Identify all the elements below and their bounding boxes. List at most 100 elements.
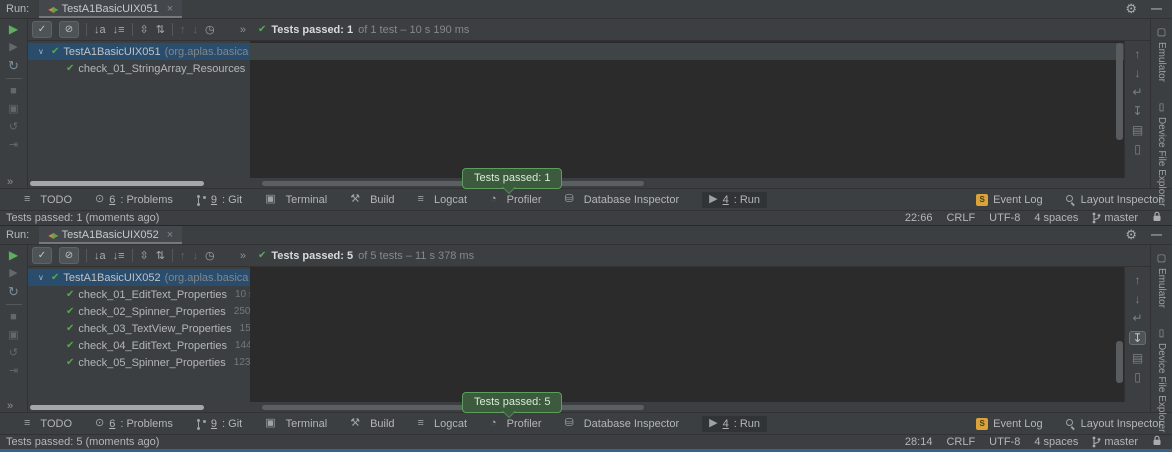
test-tree-row[interactable]: ∨ ✔ TestA1BasicUIX051 (org.aplas.basica … [28, 43, 250, 60]
down-arrow-icon[interactable]: ↓ [1135, 293, 1141, 305]
toolbar-overflow-chevron[interactable]: » [240, 250, 246, 262]
console-hscrollbar[interactable] [262, 181, 644, 186]
clear-console-button[interactable]: ▯ [1134, 143, 1141, 155]
close-icon[interactable]: × [167, 3, 173, 15]
toolwindow-button[interactable]: ⛁ Database Inspector [565, 194, 680, 206]
toolwindow-button[interactable]: ⊙ 6 : Problems [95, 418, 173, 430]
console-output[interactable] [250, 41, 1124, 178]
lock-icon[interactable] [1152, 435, 1162, 449]
console-vertical-scrollbar[interactable] [1116, 341, 1123, 383]
test-tree-row[interactable]: ✔ check_03_TextView_Properties 150 ms [28, 320, 250, 337]
indent-setting[interactable]: 4 spaces [1034, 212, 1078, 224]
toolwindow-button[interactable]: ≡ TODO [24, 418, 72, 430]
collapse-all-button[interactable]: ⇅ [156, 249, 165, 262]
rerun-button[interactable]: ▶ [9, 250, 18, 261]
sort-alphabetically-button[interactable]: ↓a [94, 24, 106, 36]
rerun-button[interactable]: ▶ [9, 24, 18, 35]
next-failed-test-button[interactable]: ↓ [192, 250, 198, 262]
run-tab[interactable]: ◀▶ TestA1BasicUIX052 × [39, 226, 182, 244]
sort-alphabetically-button[interactable]: ↓a [94, 250, 106, 262]
git-branch[interactable]: master [1092, 212, 1138, 224]
tool-window-stripe-button[interactable]: ▯ Device File Explorer [1156, 102, 1167, 206]
test-tree-row[interactable]: ✔ check_05_Spinner_Properties 123 ms [28, 354, 250, 371]
toolwindow-button[interactable]: ⚒ Build [350, 418, 394, 430]
screenshot-button[interactable]: ▣ [8, 330, 18, 341]
test-tree-row[interactable]: ∨ ✔ TestA1BasicUIX052 (org.aplas.basica … [28, 269, 250, 286]
more-options-chevron[interactable]: » [7, 177, 13, 188]
line-endings[interactable]: CRLF [946, 436, 975, 448]
tool-window-stripe-button[interactable]: ▢ Emulator [1156, 27, 1167, 82]
event-log-button[interactable]: S Event Log [976, 418, 1043, 430]
console-vertical-scrollbar[interactable] [1116, 43, 1123, 140]
test-history-button[interactable]: ◷ [205, 23, 215, 36]
screenshot-button[interactable]: ▣ [8, 104, 18, 115]
show-ignored-toggle[interactable]: ⊘ [59, 247, 79, 264]
show-passed-toggle[interactable]: ✓ [32, 247, 52, 264]
toolwindow-button[interactable]: ⚒ Build [350, 194, 394, 206]
rerun-failed-tests-button[interactable]: ▶ [9, 268, 17, 279]
toolwindow-button[interactable]: ▶ 4 : Run [702, 416, 767, 432]
event-log-button[interactable]: S Event Log [976, 194, 1043, 206]
soft-wrap-button[interactable]: ↵ [1132, 312, 1142, 324]
restart-button[interactable]: ↺ [9, 122, 18, 133]
gear-icon[interactable]: ⚙ [1125, 1, 1137, 17]
expand-all-button[interactable]: ⇳ [140, 249, 149, 262]
git-branch[interactable]: master [1092, 436, 1138, 448]
exit-button[interactable]: ⇥ [9, 140, 18, 151]
down-arrow-icon[interactable]: ↓ [1135, 67, 1141, 79]
toolwindow-button[interactable]: ▣ Terminal [265, 418, 327, 430]
run-tab[interactable]: ◀▶ TestA1BasicUIX051 × [39, 0, 182, 18]
tree-hscrollbar[interactable] [30, 405, 204, 410]
toolbar-overflow-chevron[interactable]: » [240, 24, 246, 36]
chevron-down-icon[interactable]: ∨ [38, 47, 47, 56]
restart-button[interactable]: ↺ [9, 348, 18, 359]
toolwindow-button[interactable]: ≡ TODO [24, 194, 72, 206]
previous-failed-test-button[interactable]: ↑ [180, 24, 186, 36]
caret-position[interactable]: 22:66 [905, 212, 933, 224]
toolwindow-button[interactable]: ⛁ Database Inspector [565, 418, 680, 430]
gear-icon[interactable]: ⚙ [1125, 227, 1137, 243]
test-history-button[interactable]: ◷ [205, 249, 215, 262]
layout-inspector-button[interactable]: Layout Inspector [1065, 418, 1162, 430]
scroll-to-end-button[interactable]: ↧ [1132, 105, 1142, 117]
console-output[interactable] [250, 267, 1124, 402]
show-passed-toggle[interactable]: ✓ [32, 21, 52, 38]
toolwindow-button[interactable]: ≡ Logcat [418, 418, 467, 430]
layout-inspector-button[interactable]: Layout Inspector [1065, 194, 1162, 206]
close-icon[interactable]: × [167, 229, 173, 241]
exit-button[interactable]: ⇥ [9, 366, 18, 377]
toolwindow-button[interactable]: ▣ Terminal [265, 194, 327, 206]
previous-failed-test-button[interactable]: ↑ [180, 250, 186, 262]
toolwindow-button[interactable]: ≡ Logcat [418, 194, 467, 206]
test-tree-row[interactable]: ✔ check_02_Spinner_Properties 250 ms [28, 303, 250, 320]
toggle-auto-test-button[interactable]: ↻ [8, 60, 19, 71]
toolwindow-button[interactable]: 9 : Git [196, 418, 242, 430]
more-options-chevron[interactable]: » [7, 401, 13, 412]
line-endings[interactable]: CRLF [946, 212, 975, 224]
rerun-failed-tests-button[interactable]: ▶ [9, 42, 17, 53]
toolwindow-button[interactable]: ▶ 4 : Run [702, 192, 767, 208]
show-ignored-toggle[interactable]: ⊘ [59, 21, 79, 38]
caret-position[interactable]: 28:14 [905, 436, 933, 448]
print-button[interactable]: ▤ [1132, 352, 1143, 364]
up-arrow-icon[interactable]: ↑ [1135, 48, 1141, 60]
console-hscrollbar[interactable] [262, 405, 644, 410]
tool-window-stripe-button[interactable]: ▢ Emulator [1156, 253, 1167, 308]
stop-button[interactable]: ■ [10, 312, 17, 323]
file-encoding[interactable]: UTF-8 [989, 436, 1020, 448]
soft-wrap-button[interactable]: ↵ [1132, 86, 1142, 98]
sort-by-duration-button[interactable]: ↓≡ [113, 250, 125, 262]
sort-by-duration-button[interactable]: ↓≡ [113, 24, 125, 36]
toolwindow-button[interactable]: ⊙ 6 : Problems [95, 194, 173, 206]
test-tree-row[interactable]: ✔ check_01_EditText_Properties 10 s 711 … [28, 286, 250, 303]
test-tree-row[interactable]: ✔ check_04_EditText_Properties 144 ms [28, 337, 250, 354]
up-arrow-icon[interactable]: ↑ [1135, 274, 1141, 286]
tree-hscrollbar[interactable] [30, 181, 204, 186]
indent-setting[interactable]: 4 spaces [1034, 436, 1078, 448]
file-encoding[interactable]: UTF-8 [989, 212, 1020, 224]
toolwindow-button[interactable]: 9 : Git [196, 194, 242, 206]
test-tree-row[interactable]: ✔ check_01_StringArray_Resources 10 s 19… [28, 60, 250, 77]
lock-icon[interactable] [1152, 211, 1162, 225]
clear-console-button[interactable]: ▯ [1134, 371, 1141, 383]
minimize-icon[interactable]: — [1151, 3, 1162, 15]
